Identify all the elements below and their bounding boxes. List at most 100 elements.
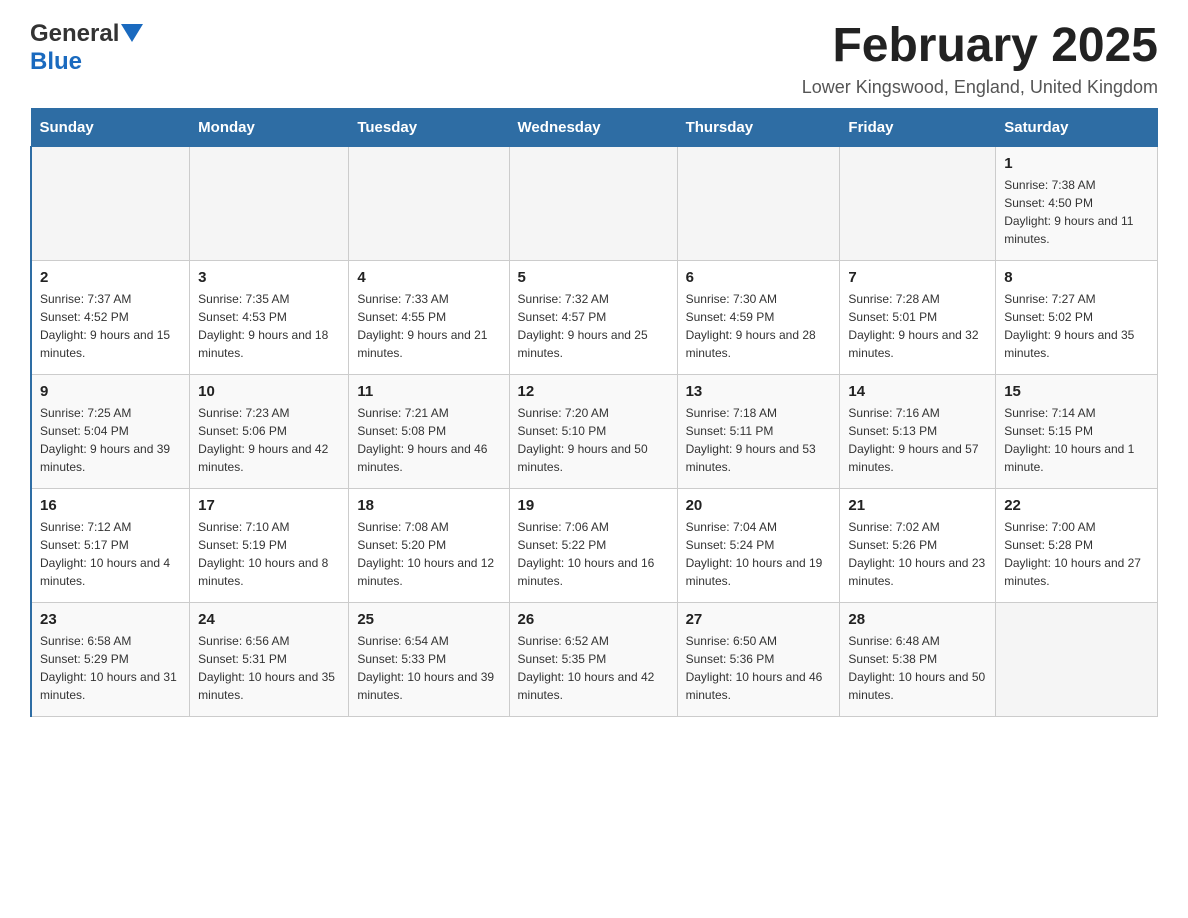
calendar-week-row: 16 Sunrise: 7:12 AM Sunset: 5:17 PM Dayli… (31, 488, 1158, 602)
calendar-cell (840, 146, 996, 260)
logo-general: General (30, 20, 119, 48)
day-info: Sunrise: 6:56 AM Sunset: 5:31 PM Dayligh… (198, 632, 340, 704)
calendar-cell: 25 Sunrise: 6:54 AM Sunset: 5:33 PM Dayli… (349, 602, 509, 716)
logo: General Blue (30, 20, 143, 76)
day-number: 26 (518, 611, 669, 628)
day-info: Sunrise: 7:28 AM Sunset: 5:01 PM Dayligh… (848, 290, 987, 362)
day-info: Sunrise: 7:10 AM Sunset: 5:19 PM Dayligh… (198, 518, 340, 590)
calendar-cell: 11 Sunrise: 7:21 AM Sunset: 5:08 PM Dayli… (349, 374, 509, 488)
calendar-cell: 14 Sunrise: 7:16 AM Sunset: 5:13 PM Dayli… (840, 374, 996, 488)
day-info: Sunrise: 7:14 AM Sunset: 5:15 PM Dayligh… (1004, 404, 1149, 476)
calendar-cell: 2Sunrise: 7:37 AM Sunset: 4:52 PM Daylig… (31, 260, 190, 374)
day-number: 13 (686, 383, 832, 400)
calendar-cell (190, 146, 349, 260)
calendar-cell: 21Sunrise: 7:02 AM Sunset: 5:26 PM Dayli… (840, 488, 996, 602)
day-number: 3 (198, 269, 340, 286)
day-number: 6 (686, 269, 832, 286)
day-number: 9 (40, 383, 181, 400)
day-number: 11 (357, 383, 500, 400)
day-info: Sunrise: 6:48 AM Sunset: 5:38 PM Dayligh… (848, 632, 987, 704)
calendar-cell: 3Sunrise: 7:35 AM Sunset: 4:53 PM Daylig… (190, 260, 349, 374)
calendar-week-row: 23 Sunrise: 6:58 AM Sunset: 5:29 PM Dayli… (31, 602, 1158, 716)
calendar-cell: 27 Sunrise: 6:50 AM Sunset: 5:36 PM Dayli… (677, 602, 840, 716)
page-header: General Blue February 2025 Lower Kingswo… (30, 20, 1158, 98)
day-number: 14 (848, 383, 987, 400)
day-number: 21 (848, 497, 987, 514)
day-number: 7 (848, 269, 987, 286)
calendar-cell: 13 Sunrise: 7:18 AM Sunset: 5:11 PM Dayli… (677, 374, 840, 488)
day-of-week-header: Sunday (31, 108, 190, 146)
location: Lower Kingswood, England, United Kingdom (802, 77, 1158, 98)
calendar-week-row: 2Sunrise: 7:37 AM Sunset: 4:52 PM Daylig… (31, 260, 1158, 374)
day-info: Sunrise: 6:52 AM Sunset: 5:35 PM Dayligh… (518, 632, 669, 704)
day-info: Sunrise: 7:37 AM Sunset: 4:52 PM Dayligh… (40, 290, 181, 362)
day-of-week-header: Saturday (996, 108, 1158, 146)
title-section: February 2025 Lower Kingswood, England, … (802, 20, 1158, 98)
calendar-week-row: 1 Sunrise: 7:38 AM Sunset: 4:50 PM Daylig… (31, 146, 1158, 260)
calendar-cell: 16 Sunrise: 7:12 AM Sunset: 5:17 PM Dayli… (31, 488, 190, 602)
calendar-cell: 4 Sunrise: 7:33 AM Sunset: 4:55 PM Daylig… (349, 260, 509, 374)
day-number: 23 (40, 611, 181, 628)
calendar-cell (509, 146, 677, 260)
calendar-cell: 1 Sunrise: 7:38 AM Sunset: 4:50 PM Daylig… (996, 146, 1158, 260)
day-number: 1 (1004, 155, 1149, 172)
calendar-cell: 20 Sunrise: 7:04 AM Sunset: 5:24 PM Dayli… (677, 488, 840, 602)
calendar-cell: 9Sunrise: 7:25 AM Sunset: 5:04 PM Daylig… (31, 374, 190, 488)
calendar-cell: 18 Sunrise: 7:08 AM Sunset: 5:20 PM Dayli… (349, 488, 509, 602)
calendar-cell: 7 Sunrise: 7:28 AM Sunset: 5:01 PM Daylig… (840, 260, 996, 374)
calendar-cell: 10 Sunrise: 7:23 AM Sunset: 5:06 PM Dayli… (190, 374, 349, 488)
calendar-cell: 5Sunrise: 7:32 AM Sunset: 4:57 PM Daylig… (509, 260, 677, 374)
calendar-cell: 15Sunrise: 7:14 AM Sunset: 5:15 PM Dayli… (996, 374, 1158, 488)
day-number: 24 (198, 611, 340, 628)
calendar-cell: 6 Sunrise: 7:30 AM Sunset: 4:59 PM Daylig… (677, 260, 840, 374)
logo-blue: Blue (30, 48, 82, 75)
logo-arrow-icon (121, 24, 143, 46)
day-info: Sunrise: 7:12 AM Sunset: 5:17 PM Dayligh… (40, 518, 181, 590)
day-number: 16 (40, 497, 181, 514)
day-of-week-header: Friday (840, 108, 996, 146)
day-number: 27 (686, 611, 832, 628)
day-number: 22 (1004, 497, 1149, 514)
calendar-table: SundayMondayTuesdayWednesdayThursdayFrid… (30, 108, 1158, 717)
day-number: 5 (518, 269, 669, 286)
day-number: 18 (357, 497, 500, 514)
calendar-cell: 24 Sunrise: 6:56 AM Sunset: 5:31 PM Dayli… (190, 602, 349, 716)
day-number: 12 (518, 383, 669, 400)
day-info: Sunrise: 7:00 AM Sunset: 5:28 PM Dayligh… (1004, 518, 1149, 590)
day-info: Sunrise: 6:54 AM Sunset: 5:33 PM Dayligh… (357, 632, 500, 704)
day-info: Sunrise: 6:58 AM Sunset: 5:29 PM Dayligh… (40, 632, 181, 704)
calendar-header-row: SundayMondayTuesdayWednesdayThursdayFrid… (31, 108, 1158, 146)
day-number: 19 (518, 497, 669, 514)
day-number: 10 (198, 383, 340, 400)
day-info: Sunrise: 7:06 AM Sunset: 5:22 PM Dayligh… (518, 518, 669, 590)
month-title: February 2025 (802, 20, 1158, 73)
calendar-week-row: 9Sunrise: 7:25 AM Sunset: 5:04 PM Daylig… (31, 374, 1158, 488)
day-info: Sunrise: 7:21 AM Sunset: 5:08 PM Dayligh… (357, 404, 500, 476)
calendar-cell (349, 146, 509, 260)
day-info: Sunrise: 7:20 AM Sunset: 5:10 PM Dayligh… (518, 404, 669, 476)
day-info: Sunrise: 7:38 AM Sunset: 4:50 PM Dayligh… (1004, 176, 1149, 248)
calendar-cell: 8Sunrise: 7:27 AM Sunset: 5:02 PM Daylig… (996, 260, 1158, 374)
calendar-cell (996, 602, 1158, 716)
day-info: Sunrise: 6:50 AM Sunset: 5:36 PM Dayligh… (686, 632, 832, 704)
day-info: Sunrise: 7:23 AM Sunset: 5:06 PM Dayligh… (198, 404, 340, 476)
day-info: Sunrise: 7:04 AM Sunset: 5:24 PM Dayligh… (686, 518, 832, 590)
day-info: Sunrise: 7:30 AM Sunset: 4:59 PM Dayligh… (686, 290, 832, 362)
day-of-week-header: Wednesday (509, 108, 677, 146)
day-info: Sunrise: 7:33 AM Sunset: 4:55 PM Dayligh… (357, 290, 500, 362)
day-info: Sunrise: 7:16 AM Sunset: 5:13 PM Dayligh… (848, 404, 987, 476)
day-info: Sunrise: 7:18 AM Sunset: 5:11 PM Dayligh… (686, 404, 832, 476)
calendar-cell (31, 146, 190, 260)
day-of-week-header: Thursday (677, 108, 840, 146)
day-number: 25 (357, 611, 500, 628)
day-of-week-header: Monday (190, 108, 349, 146)
day-number: 28 (848, 611, 987, 628)
calendar-cell: 23 Sunrise: 6:58 AM Sunset: 5:29 PM Dayli… (31, 602, 190, 716)
calendar-cell: 26 Sunrise: 6:52 AM Sunset: 5:35 PM Dayli… (509, 602, 677, 716)
day-info: Sunrise: 7:27 AM Sunset: 5:02 PM Dayligh… (1004, 290, 1149, 362)
day-number: 20 (686, 497, 832, 514)
day-number: 17 (198, 497, 340, 514)
day-info: Sunrise: 7:08 AM Sunset: 5:20 PM Dayligh… (357, 518, 500, 590)
day-number: 4 (357, 269, 500, 286)
calendar-cell: 19 Sunrise: 7:06 AM Sunset: 5:22 PM Dayli… (509, 488, 677, 602)
